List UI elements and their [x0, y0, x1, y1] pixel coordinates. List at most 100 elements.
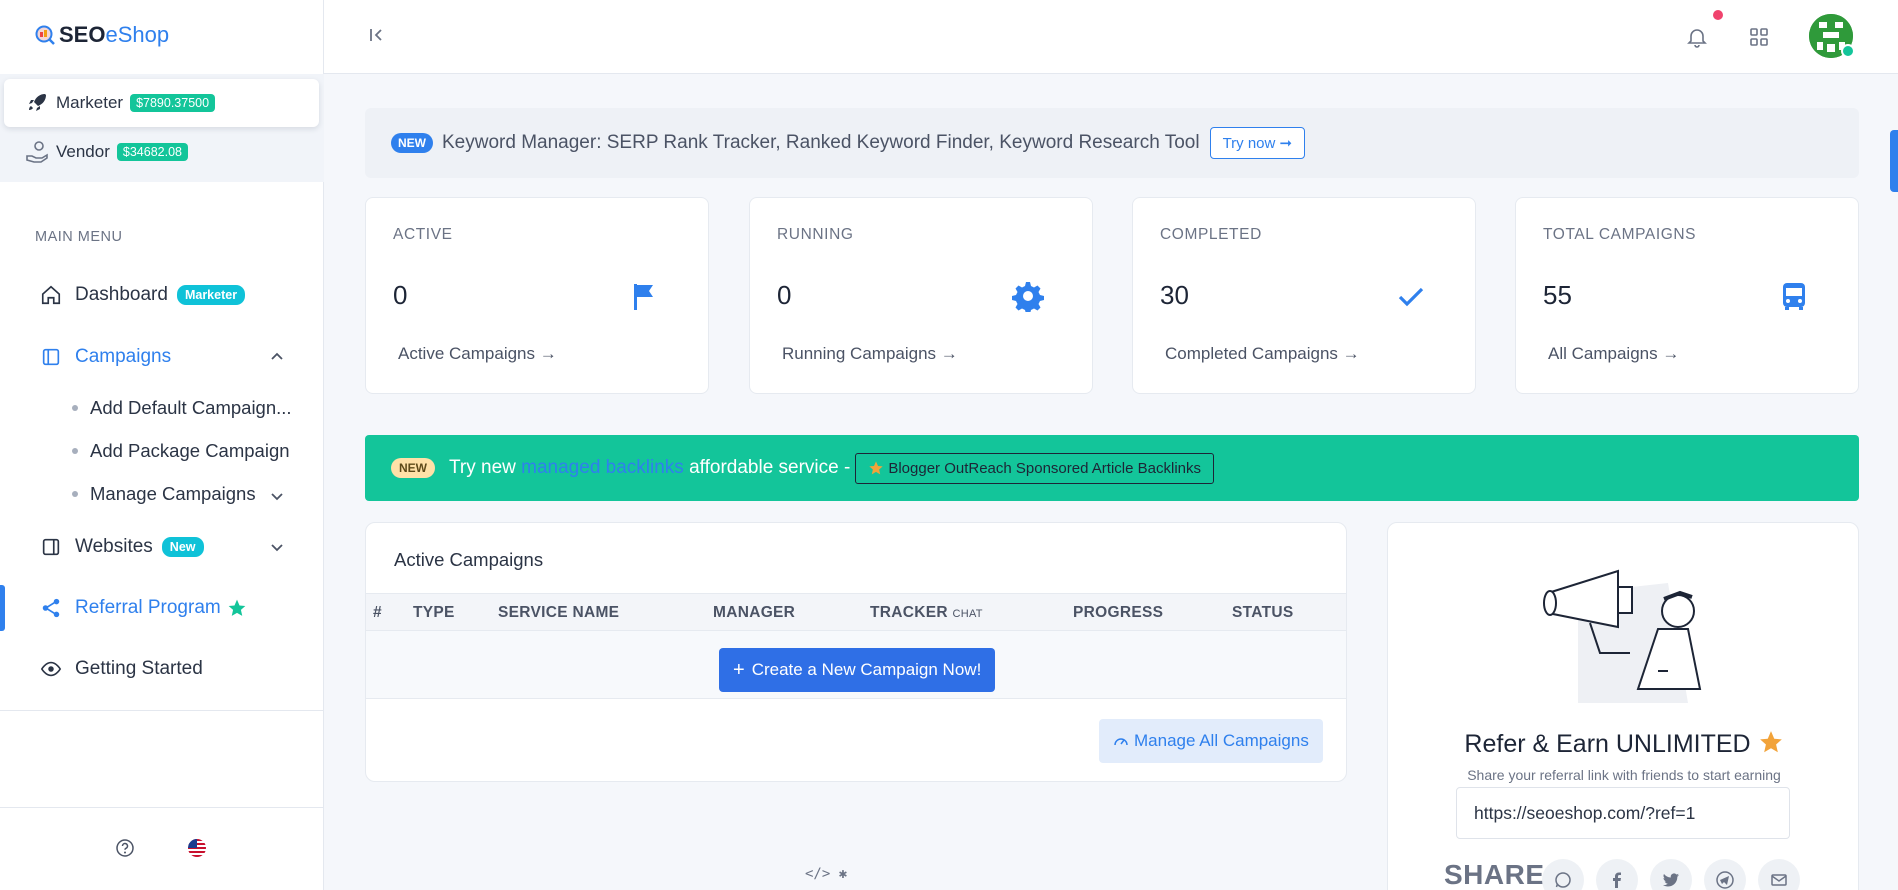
account-vendor[interactable]: Vendor $34682.08: [4, 128, 319, 176]
completed-campaigns-link[interactable]: Completed Campaigns →: [1165, 344, 1360, 364]
all-campaigns-link[interactable]: All Campaigns →: [1548, 344, 1679, 364]
stat-card-active: ACTIVE 0 Active Campaigns →: [365, 197, 709, 394]
blogger-outreach-button[interactable]: Blogger OutReach Sponsored Article Backl…: [855, 452, 1214, 484]
sidebar-item-label: Getting Started: [75, 658, 203, 679]
bell-icon[interactable]: [1686, 26, 1708, 48]
sidebar-item-label: Dashboard: [75, 284, 168, 305]
subitem-label: Manage Campaigns: [90, 483, 256, 504]
announcement-text: Keyword Manager: SERP Rank Tracker, Rank…: [442, 132, 1200, 153]
bus-icon: [1783, 283, 1805, 310]
twitter-icon: [1663, 873, 1679, 887]
help-icon[interactable]: [115, 838, 135, 858]
star-icon: [869, 461, 883, 475]
account-marketer[interactable]: Marketer $7890.37500: [4, 79, 319, 127]
chevron-down-icon[interactable]: [268, 538, 286, 556]
apps-grid-icon[interactable]: [1748, 26, 1770, 48]
telegram-button[interactable]: [1704, 859, 1746, 890]
referral-subtitle: Share your referral link with friends to…: [1467, 767, 1781, 783]
share-label: SHARE:: [1444, 859, 1555, 890]
manage-all-campaigns-button[interactable]: Manage All Campaigns: [1099, 719, 1323, 763]
stat-card-total: TOTAL CAMPAIGNS 55 All Campaigns →: [1515, 197, 1859, 394]
us-flag-icon[interactable]: [187, 838, 207, 858]
col-status: STATUS: [1232, 604, 1294, 621]
main-menu-heading: MAIN MENU: [35, 229, 123, 245]
brand-seo: SEO: [59, 22, 106, 47]
collapse-sidebar-icon[interactable]: [368, 26, 386, 44]
stat-value: 0: [393, 280, 408, 310]
account-label: Marketer: [56, 93, 124, 112]
eye-icon: [40, 658, 62, 680]
sidebar-subitem-add-package-campaign[interactable]: Add Package Campaign: [72, 440, 290, 462]
websites-icon: [40, 536, 62, 558]
sidebar-subitem-add-default-campaign[interactable]: Add Default Campaign...: [72, 397, 292, 419]
referral-card: Refer & Earn UNLIMITED Share your referr…: [1387, 522, 1859, 890]
account-label: Vendor: [56, 142, 110, 161]
stat-card-running: RUNNING 0 Running Campaigns →: [749, 197, 1093, 394]
col-tracker-label: TRACKER: [870, 604, 948, 621]
referral-title-text: Refer & Earn UNLIMITED: [1464, 730, 1751, 758]
sidebar-divider: [0, 710, 324, 711]
subitem-label: Add Default Campaign...: [90, 397, 292, 418]
flag-icon: [634, 284, 653, 310]
managed-backlinks-link[interactable]: managed backlinks: [521, 457, 684, 479]
running-campaigns-link[interactable]: Running Campaigns →: [782, 344, 958, 364]
check-icon: [1398, 287, 1424, 307]
stat-value: 0: [777, 280, 792, 310]
megaphone-illustration: [1543, 569, 1702, 703]
star-icon: [228, 599, 246, 616]
table-header: # TYPE SERVICE NAME MANAGER TRACKER CHAT…: [366, 593, 1346, 631]
notification-dot: [1713, 10, 1723, 20]
sidebar-item-label: Referral Program: [75, 597, 221, 618]
manage-all-label: Manage All Campaigns: [1134, 731, 1309, 750]
sidebar-item-label: Websites: [75, 536, 153, 557]
try-now-button[interactable]: Try now ➞: [1209, 127, 1306, 159]
stat-value: 55: [1543, 280, 1572, 310]
bug-icon[interactable]: ✱: [839, 866, 847, 882]
plus-icon: +: [733, 658, 745, 681]
side-feedback-tab[interactable]: [1890, 130, 1898, 192]
top-bar: [324, 0, 1898, 74]
col-number: #: [373, 604, 382, 621]
brand-logo[interactable]: SEO eShop: [34, 22, 169, 48]
sidebar-item-campaigns[interactable]: Campaigns: [0, 334, 324, 380]
sidebar-item-dashboard[interactable]: Dashboard Marketer: [0, 272, 324, 318]
telegram-icon: [1716, 871, 1734, 889]
sidebar-item-label: Campaigns: [75, 346, 172, 367]
chevron-down-icon[interactable]: [268, 487, 286, 505]
hand-coin-icon: [26, 141, 48, 163]
code-icon[interactable]: </>: [805, 866, 830, 882]
whatsapp-icon: [1555, 872, 1571, 888]
sidebar-item-referral-program[interactable]: Referral Program: [0, 585, 324, 631]
referral-link-input[interactable]: [1456, 787, 1790, 839]
logo-magnifier-icon: [35, 25, 55, 45]
bullet-dot: [72, 405, 78, 411]
chevron-up-icon[interactable]: [268, 348, 286, 366]
facebook-button[interactable]: [1596, 859, 1638, 890]
referral-title: Refer & Earn UNLIMITED: [1388, 729, 1860, 759]
sidebar-subitem-manage-campaigns[interactable]: Manage Campaigns: [72, 483, 292, 505]
whatsapp-button[interactable]: [1542, 859, 1584, 890]
col-tracker: TRACKER CHAT: [870, 604, 983, 622]
create-campaign-button[interactable]: + Create a New Campaign Now!: [719, 648, 996, 692]
email-button[interactable]: [1758, 859, 1800, 890]
home-icon: [40, 284, 62, 306]
panel-title: Active Campaigns: [394, 549, 544, 570]
brand-eshop: eShop: [105, 22, 170, 47]
sidebar-item-getting-started[interactable]: Getting Started: [0, 646, 324, 692]
twitter-button[interactable]: [1650, 859, 1692, 890]
new-badge: NEW: [391, 458, 435, 478]
campaigns-icon: [40, 346, 62, 368]
rocket-icon: [29, 94, 46, 111]
promo-suffix: affordable service -: [689, 457, 851, 478]
active-campaigns-link[interactable]: Active Campaigns →: [398, 344, 557, 364]
bullet-dot: [72, 448, 78, 454]
online-status-dot: [1841, 44, 1855, 58]
sidebar-item-websites[interactable]: Websites New: [0, 524, 324, 570]
col-manager: MANAGER: [713, 604, 796, 621]
create-campaign-label: Create a New Campaign Now!: [751, 660, 982, 679]
announcement-banner: NEW Keyword Manager: SERP Rank Tracker, …: [365, 108, 1859, 178]
table-row: + Create a New Campaign Now!: [366, 631, 1346, 699]
new-badge: NEW: [391, 133, 433, 153]
vendor-balance: $34682.08: [116, 143, 188, 161]
stat-label: TOTAL CAMPAIGNS: [1543, 226, 1697, 243]
